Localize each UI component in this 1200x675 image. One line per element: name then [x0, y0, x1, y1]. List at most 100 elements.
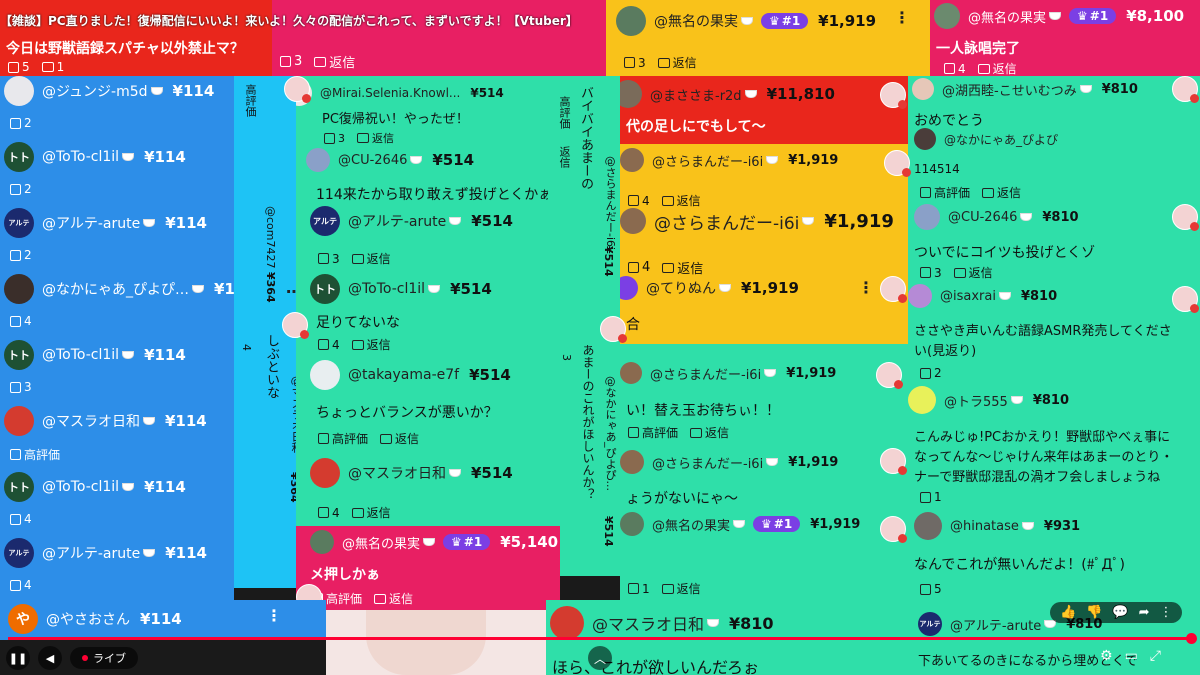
like-button[interactable]: 4: [10, 578, 32, 592]
superchat-actions: 高評価 返信: [310, 430, 419, 447]
like-button[interactable]: 4: [10, 512, 32, 526]
author-name: @てりぬん: [646, 281, 716, 297]
like-button[interactable]: 3: [324, 132, 345, 145]
volume-button[interactable]: ◀: [38, 646, 62, 670]
settings-gear-icon[interactable]: ⚙: [1100, 648, 1113, 664]
like-button[interactable]: 2: [10, 248, 32, 262]
superchat-actions: 4 返信: [620, 192, 701, 209]
more-icon[interactable]: ⋮: [1159, 605, 1172, 620]
more-options-icon[interactable]: ⋮: [858, 278, 874, 297]
reply-button[interactable]: 返信: [351, 504, 391, 521]
like-button[interactable]: 3: [280, 54, 302, 69]
like-button[interactable]: 2: [920, 366, 942, 380]
like-count: 2: [934, 366, 942, 380]
like-button[interactable]: 2: [10, 182, 32, 196]
member-cup-icon: [449, 469, 461, 477]
superchat-header: @トラ555 ¥810: [908, 386, 1069, 414]
reply-button[interactable]: 返信: [661, 192, 701, 209]
superchat-message: ょうがないにゃ〜: [626, 491, 738, 507]
like-count: 2: [24, 116, 32, 130]
vertical-amount: ¥364: [264, 272, 277, 303]
video-player-stage: 今日は野獣語録スパチャ以外禁止マ？ 5 1 3 返信 【雑談】PC直りました！復…: [0, 0, 1200, 675]
stream-title: 【雑談】PC直りました！復帰配信にいいよ！来いよ！久々の配信がこれって、まずいで…: [0, 14, 578, 28]
superchat-message: 足りてないな: [316, 315, 400, 331]
crown-icon: ♛: [451, 535, 462, 549]
author-name: @CU-2646: [948, 209, 1018, 225]
reply-button[interactable]: 返信: [977, 60, 1017, 76]
progress-bar[interactable]: [8, 633, 1197, 644]
reply-label: 返信: [389, 592, 414, 606]
like-button[interactable]: 2: [10, 116, 32, 130]
more-options-icon[interactable]: ⋮: [266, 606, 282, 625]
like-button[interactable]: 4: [628, 194, 650, 208]
pause-button[interactable]: ❚❚: [6, 646, 30, 670]
like-button[interactable]: 高評価: [920, 184, 970, 201]
like-button[interactable]: 3: [624, 56, 646, 70]
member-cup-icon: [428, 285, 441, 293]
like-button[interactable]: 高評価: [10, 446, 60, 463]
like-button[interactable]: 5: [8, 60, 30, 74]
dislike-video-icon[interactable]: 👎: [1086, 605, 1102, 620]
reply-button[interactable]: 1: [41, 60, 64, 74]
progress-scrubber[interactable]: [1186, 633, 1197, 644]
reply-button[interactable]: 返信: [661, 580, 701, 597]
reply-button[interactable]: 返信: [314, 52, 355, 71]
author-name: @ToTo-cl1il: [42, 347, 120, 363]
reply-button[interactable]: 返信: [953, 264, 993, 281]
like-button[interactable]: 3: [10, 380, 32, 394]
superchat-header: @さらまんだー-i6i ¥1,919: [620, 450, 838, 474]
reply-button[interactable]: 返信: [357, 130, 394, 146]
reply-button[interactable]: 返信: [662, 258, 703, 277]
more-options-icon[interactable]: ⋮: [894, 8, 910, 27]
like-button[interactable]: 4: [318, 506, 340, 520]
superchat-amount: ¥810: [729, 613, 774, 633]
member-cup-icon: [766, 156, 779, 164]
superchat-amount: ¥1,919: [810, 516, 861, 532]
like-label[interactable]: 高評価: [556, 96, 572, 129]
like-button[interactable]: 1: [628, 582, 650, 596]
thumbs-up-icon: [318, 339, 329, 350]
avatar: トト: [4, 340, 34, 370]
avatar: アルテ: [4, 208, 34, 238]
superchat-amount: ¥810: [1101, 81, 1138, 97]
like-count: 4: [958, 61, 966, 76]
reply-button[interactable]: 返信: [351, 250, 391, 267]
video-frame: [326, 610, 546, 675]
badge-label: #1: [773, 517, 793, 531]
like-button[interactable]: 4: [944, 62, 966, 76]
cast-icon[interactable]: ▭: [1125, 648, 1138, 664]
like-count: 3: [934, 265, 942, 280]
reply-button[interactable]: 返信: [982, 184, 1021, 201]
superchat-actions: 4: [2, 314, 32, 328]
superchat-amount: ¥114: [140, 610, 182, 628]
reply-button[interactable]: 返信: [374, 590, 413, 607]
share-icon[interactable]: ➦: [1139, 605, 1150, 620]
avatar: [620, 450, 644, 474]
like-button[interactable]: 高評価: [628, 424, 678, 441]
like-button[interactable]: 5: [920, 582, 942, 596]
reply-button[interactable]: 返信: [351, 336, 391, 353]
like-button[interactable]: 1: [920, 490, 942, 504]
like-button[interactable]: 4: [318, 338, 340, 352]
live-badge[interactable]: ライブ: [70, 647, 138, 669]
superchat-message: こんみじゅ!PCおかえり！野獣邸やべぇ事に: [914, 430, 1171, 445]
reaction-avatar: [1172, 76, 1199, 103]
fullscreen-icon[interactable]: ⤢: [1150, 648, 1161, 664]
chat-icon[interactable]: 💬: [1112, 605, 1128, 620]
reply-button[interactable]: 返信: [380, 430, 419, 447]
like-button[interactable]: 4: [628, 260, 650, 275]
reaction-avatar: [1172, 204, 1199, 231]
like-video-icon[interactable]: 👍: [1060, 605, 1076, 620]
member-cup-icon: [143, 549, 156, 557]
like-button[interactable]: 3: [318, 252, 340, 266]
like-button[interactable]: 3: [920, 266, 942, 280]
author-name: @takayama-e7f: [348, 367, 460, 383]
like-button[interactable]: 4: [10, 314, 32, 328]
reply-button[interactable]: 返信: [690, 424, 729, 441]
reply-label[interactable]: 返信: [556, 146, 572, 168]
reply-button[interactable]: 返信: [657, 54, 697, 71]
like-button[interactable]: 高評価: [318, 430, 368, 447]
like-label[interactable]: 高評価: [242, 84, 258, 117]
chapter-toggle-button[interactable]: ︿: [588, 646, 612, 670]
avatar: [616, 6, 646, 36]
